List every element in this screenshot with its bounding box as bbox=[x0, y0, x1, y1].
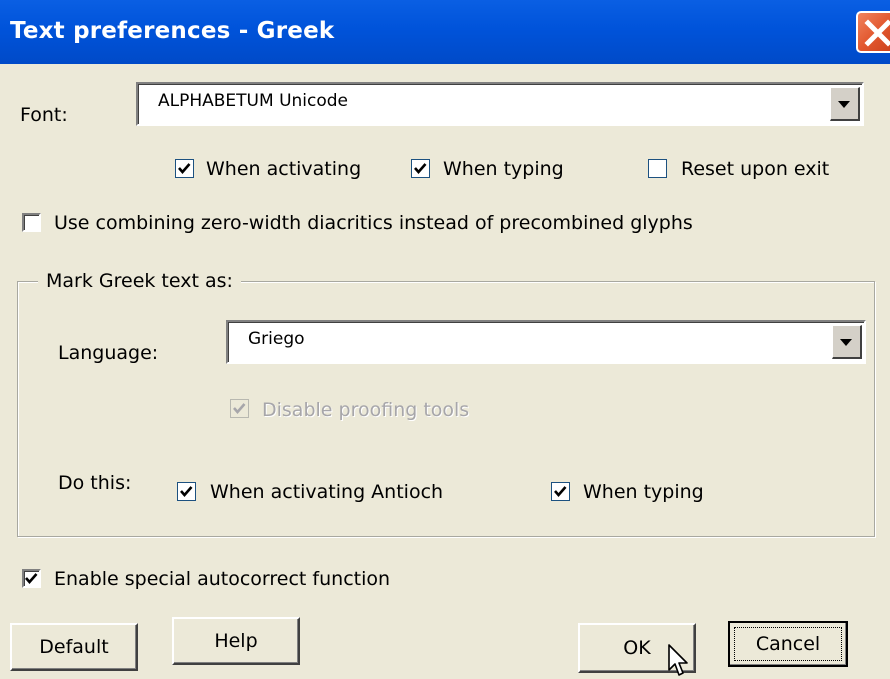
when-activating-checkbox[interactable] bbox=[175, 159, 194, 178]
chevron-down-icon bbox=[840, 339, 852, 346]
checkmark-icon bbox=[554, 486, 567, 497]
when-typing-checkbox[interactable] bbox=[411, 159, 430, 178]
font-select[interactable]: ALPHABETUM Unicode bbox=[136, 82, 864, 126]
ok-button-label: OK bbox=[623, 637, 651, 659]
when-typing-label: When typing bbox=[443, 158, 564, 180]
group-when-typing-label: When typing bbox=[583, 481, 704, 503]
language-select[interactable]: Griego bbox=[226, 320, 866, 364]
chevron-down-icon bbox=[838, 101, 850, 108]
disable-proofing-label: Disable proofing tools bbox=[262, 399, 470, 421]
checkmark-icon bbox=[180, 486, 193, 497]
close-button[interactable] bbox=[856, 11, 890, 53]
language-label: Language: bbox=[58, 342, 159, 364]
mouse-pointer-icon bbox=[668, 644, 688, 676]
when-activating-antioch-label: When activating Antioch bbox=[210, 481, 444, 503]
autocorrect-label: Enable special autocorrect function bbox=[54, 568, 391, 590]
when-activating-label: When activating bbox=[206, 158, 362, 180]
combining-diacritics-checkbox[interactable] bbox=[22, 213, 41, 232]
help-button[interactable]: Help bbox=[172, 617, 300, 665]
checkmark-icon bbox=[414, 163, 427, 174]
disable-proofing-checkbox bbox=[230, 399, 249, 418]
default-button-label: Default bbox=[39, 636, 109, 658]
default-button[interactable]: Default bbox=[10, 623, 138, 671]
close-icon bbox=[864, 19, 890, 47]
language-select-value: Griego bbox=[248, 329, 305, 349]
checkmark-icon bbox=[25, 573, 38, 584]
reset-upon-exit-label: Reset upon exit bbox=[681, 158, 830, 180]
when-activating-antioch-checkbox[interactable] bbox=[177, 482, 196, 501]
font-label: Font: bbox=[20, 104, 68, 126]
mark-greek-group-title: Mark Greek text as: bbox=[38, 270, 241, 292]
autocorrect-checkbox[interactable] bbox=[22, 569, 41, 588]
cancel-button[interactable]: Cancel bbox=[728, 621, 848, 667]
reset-upon-exit-checkbox[interactable] bbox=[648, 159, 667, 178]
language-dropdown-button[interactable] bbox=[832, 325, 862, 359]
font-select-value: ALPHABETUM Unicode bbox=[158, 91, 349, 111]
font-dropdown-button[interactable] bbox=[830, 87, 860, 121]
cancel-button-label: Cancel bbox=[755, 633, 821, 655]
checkmark-icon bbox=[178, 163, 191, 174]
window-title: Text preferences - Greek bbox=[10, 18, 335, 44]
group-when-typing-checkbox[interactable] bbox=[551, 482, 570, 501]
do-this-label: Do this: bbox=[58, 472, 132, 494]
title-bar: Text preferences - Greek bbox=[0, 0, 890, 64]
checkmark-icon bbox=[233, 403, 246, 414]
combining-diacritics-label: Use combining zero-width diacritics inst… bbox=[54, 212, 693, 234]
help-button-label: Help bbox=[214, 630, 258, 652]
